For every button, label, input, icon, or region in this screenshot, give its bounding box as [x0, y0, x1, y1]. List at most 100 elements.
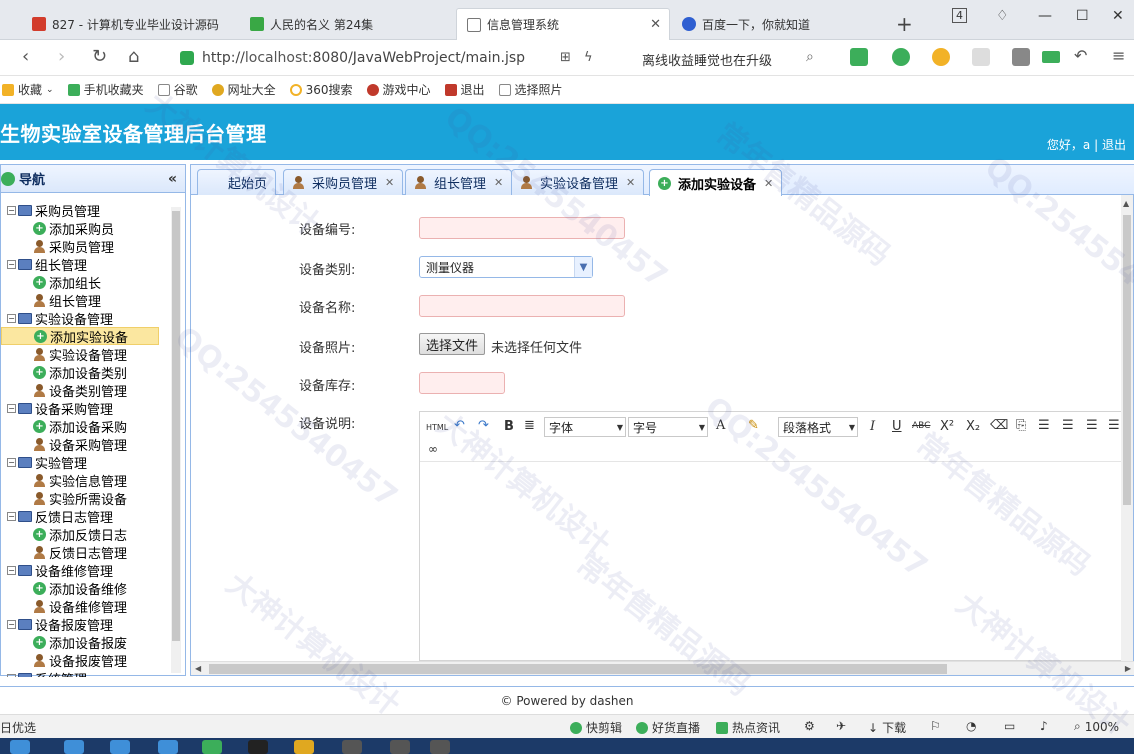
list-icon[interactable] [1012, 48, 1030, 66]
flag-icon[interactable]: ⚐ [930, 719, 941, 733]
scroll-up-icon[interactable]: ▲ [1123, 199, 1129, 208]
wand-icon[interactable]: ⚙ [804, 719, 815, 733]
highlight-icon[interactable]: ✎ [748, 418, 759, 433]
panel-tab[interactable]: 起始页 [197, 169, 277, 195]
collapse-toggle-icon[interactable]: − [7, 673, 16, 677]
screenshot-icon[interactable] [972, 48, 990, 66]
window-close-icon[interactable]: ✕ [1112, 8, 1124, 24]
stock-input[interactable] [419, 372, 505, 394]
minimize-icon[interactable]: — [1038, 8, 1052, 24]
window-icon[interactable]: ▭ [1004, 719, 1015, 733]
underline-button[interactable]: U [892, 419, 902, 434]
logout-link[interactable]: 退出 [1102, 138, 1126, 152]
status-item[interactable]: 快剪辑 [570, 719, 622, 736]
superscript-button[interactable]: X² [940, 419, 954, 434]
align-right-icon[interactable]: ☰ [1086, 418, 1098, 433]
taskbar-app-icon[interactable] [158, 740, 178, 754]
collapse-toggle-icon[interactable]: − [7, 403, 16, 413]
zoom-control[interactable]: ⌕ 100% [1074, 719, 1119, 734]
search-icon[interactable]: ⌕ [806, 49, 814, 65]
status-item[interactable]: 好货直播 [636, 719, 700, 736]
format-icon[interactable]: ≣ [524, 418, 535, 433]
tree-item[interactable]: 设备采购管理 [1, 435, 169, 454]
back-icon[interactable]: ‹ [22, 46, 29, 67]
grid-icon[interactable]: ⊞ [560, 50, 571, 65]
home-icon[interactable]: ⌂ [128, 46, 139, 67]
collapse-toggle-icon[interactable]: − [7, 259, 16, 269]
tree-group[interactable]: − 采购员管理 [1, 201, 169, 220]
close-tab-icon[interactable]: ✕ [626, 176, 635, 189]
collapse-toggle-icon[interactable]: − [7, 565, 16, 575]
taskbar-app-icon[interactable] [110, 740, 130, 754]
bookmark-item[interactable]: 手机收藏夹 [67, 81, 144, 98]
tree-group[interactable]: − 组长管理 [1, 255, 169, 274]
translate-icon[interactable] [892, 48, 910, 66]
undo-icon[interactable]: ↶ [454, 418, 465, 433]
font-color-button[interactable]: A [716, 418, 725, 433]
close-tab-icon[interactable]: ✕ [494, 176, 503, 189]
promo-text[interactable]: 离线收益睡觉也在升级 [642, 50, 772, 69]
bookmark-item[interactable]: 收藏 ⌄ [2, 81, 54, 98]
panel-tab[interactable]: 采购员管理 ✕ [283, 169, 404, 195]
choose-file-button[interactable]: 选择文件 [419, 333, 486, 355]
battery-icon[interactable] [1042, 51, 1060, 63]
start-icon[interactable] [10, 740, 30, 754]
tree-item[interactable]: 组长管理 [1, 291, 169, 310]
tree-group[interactable]: − 实验管理 [1, 453, 169, 472]
close-tab-icon[interactable]: ✕ [650, 17, 661, 32]
menu-icon[interactable]: ≡ [1112, 46, 1125, 65]
tree-item[interactable]: + 添加采购员 [1, 219, 169, 238]
chevron-down-icon[interactable]: ▼ [574, 257, 592, 277]
align-center-icon[interactable]: ☰ [1062, 418, 1074, 433]
status-item[interactable]: ↓ 下载 [868, 719, 906, 736]
bookmark-item[interactable]: 谷歌 [157, 81, 198, 98]
tree-item[interactable]: + 添加组长 [1, 273, 169, 292]
scrollbar-thumb[interactable] [209, 664, 947, 674]
tree-item[interactable]: 实验设备管理 [1, 345, 169, 364]
subscript-button[interactable]: X₂ [966, 419, 980, 434]
close-tab-icon[interactable]: ✕ [764, 177, 773, 190]
equipment-name-input[interactable] [419, 295, 625, 317]
sidebar-scrollbar[interactable] [171, 207, 181, 673]
bookmark-item[interactable]: 游戏中心 [366, 81, 431, 98]
tree-group[interactable]: − 设备采购管理 [1, 399, 169, 418]
redo-icon[interactable]: ↷ [478, 418, 489, 433]
taskbar-folder-icon[interactable] [294, 740, 314, 754]
panel-tab[interactable]: 实验设备管理 ✕ [511, 169, 645, 195]
tree-item[interactable]: 反馈日志管理 [1, 543, 169, 562]
scissors-icon[interactable] [850, 48, 868, 66]
coin-icon[interactable] [932, 48, 950, 66]
volume-icon[interactable]: ♪ [1040, 719, 1048, 733]
collapse-toggle-icon[interactable]: − [7, 205, 16, 215]
tree-item[interactable]: 设备报废管理 [1, 651, 169, 670]
tree-group[interactable]: − 设备维修管理 [1, 561, 169, 580]
paragraph-format-select[interactable]: 段落格式 ▼ [778, 417, 858, 437]
browser-tab[interactable]: 百度一下，你就知道 [672, 8, 886, 40]
equipment-no-input[interactable] [419, 217, 625, 239]
html-source-button[interactable]: HTML [426, 423, 448, 432]
tree-item[interactable]: + 添加设备类别 [1, 363, 169, 382]
tree-item[interactable]: + 添加设备采购 [1, 417, 169, 436]
main-vertical-scrollbar[interactable]: ▲ [1121, 195, 1133, 661]
align-left-icon[interactable]: ☰ [1038, 418, 1050, 433]
collapse-toggle-icon[interactable]: − [7, 511, 16, 521]
browser-tab[interactable]: 人民的名义 第24集 [240, 8, 454, 40]
tree-item[interactable]: 实验信息管理 [1, 471, 169, 490]
bookmark-item[interactable]: 退出 [444, 81, 485, 98]
bold-button[interactable]: B [504, 419, 514, 434]
panel-tab[interactable]: 组长管理 ✕ [405, 169, 513, 195]
collapse-toggle-icon[interactable]: − [7, 619, 16, 629]
tree-item[interactable]: 设备维修管理 [1, 597, 169, 616]
forward-icon[interactable]: › [58, 46, 65, 67]
undo-icon[interactable]: ↶ [1074, 46, 1087, 65]
tree-item[interactable]: + 添加反馈日志 [1, 525, 169, 544]
bookmark-item[interactable]: 网址大全 [211, 81, 276, 98]
tree-group[interactable]: − 反馈日志管理 [1, 507, 169, 526]
tree-item[interactable]: + 添加实验设备 [1, 327, 159, 346]
tab-count-badge[interactable]: 4 [952, 8, 967, 23]
scroll-left-icon[interactable]: ◀ [195, 664, 201, 673]
status-item[interactable]: 热点资讯 [716, 719, 780, 736]
scrollbar-thumb[interactable] [172, 211, 180, 641]
status-left-text[interactable]: 日优选 [0, 719, 36, 736]
collapse-toggle-icon[interactable]: − [7, 457, 16, 467]
